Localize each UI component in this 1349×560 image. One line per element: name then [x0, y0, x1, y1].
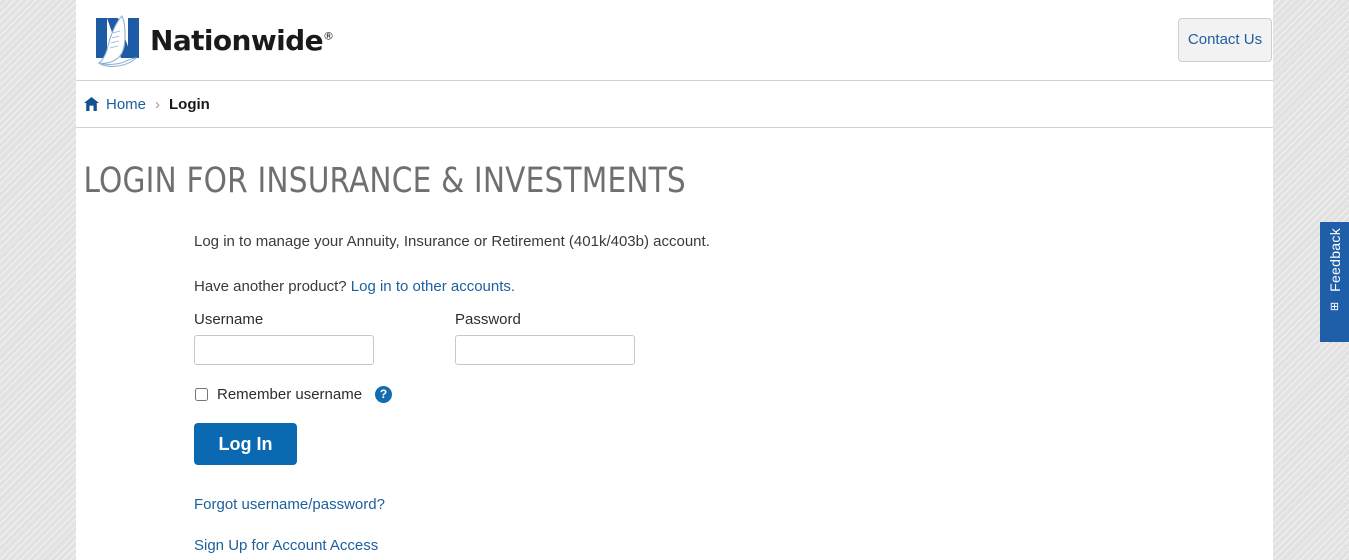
- nationwide-logo[interactable]: Nationwide®: [92, 12, 334, 68]
- password-label: Password: [455, 311, 521, 328]
- feedback-label: Feedback: [1326, 228, 1343, 292]
- breadcrumb-home-link[interactable]: Home: [106, 96, 146, 113]
- breadcrumb-current-page: Login: [169, 95, 210, 113]
- credentials-row: Username Password: [194, 311, 1273, 365]
- breadcrumb-separator-icon: ›: [155, 95, 161, 113]
- remember-username-label: Remember username: [217, 386, 363, 403]
- breadcrumb: Home › Login: [76, 81, 1273, 128]
- login-form-area: Log in to manage your Annuity, Insurance…: [76, 201, 1273, 554]
- password-input[interactable]: [455, 335, 635, 365]
- help-question-icon[interactable]: ?: [375, 386, 393, 403]
- expand-icon: ⊞: [1328, 301, 1340, 311]
- log-in-button[interactable]: Log In: [194, 423, 297, 465]
- nationwide-eagle-n-logo-icon: [92, 12, 146, 68]
- forgot-credentials-link[interactable]: Forgot username/password?: [194, 496, 1273, 513]
- remember-username-checkbox[interactable]: [195, 388, 208, 401]
- other-accounts-link[interactable]: Log in to other accounts.: [351, 278, 515, 295]
- sign-up-link[interactable]: Sign Up for Account Access: [194, 537, 1273, 554]
- page-title: LOGIN FOR INSURANCE & INVESTMENTS: [83, 161, 686, 201]
- username-field-group: Username: [194, 311, 374, 365]
- intro-text: Log in to manage your Annuity, Insurance…: [194, 233, 710, 250]
- brand-name: Nationwide®: [150, 23, 334, 57]
- username-input[interactable]: [194, 335, 374, 365]
- page-content-area: Nationwide® Contact Us Home › Login LOGI…: [76, 0, 1273, 560]
- feedback-tab[interactable]: Feedback ⊞: [1320, 222, 1349, 342]
- username-label: Username: [194, 311, 264, 328]
- other-product-text: Have another product? Log in to other ac…: [194, 278, 1273, 295]
- home-icon[interactable]: [84, 97, 106, 111]
- remember-username-row: Remember username ?: [194, 386, 1273, 403]
- other-product-prefix: Have another product?: [194, 278, 351, 295]
- account-help-links: Forgot username/password? Sign Up for Ac…: [194, 496, 1273, 554]
- contact-us-button[interactable]: Contact Us: [1178, 18, 1272, 62]
- password-field-group: Password: [455, 311, 635, 365]
- registered-mark: ®: [322, 29, 334, 43]
- site-header: Nationwide® Contact Us: [76, 0, 1273, 81]
